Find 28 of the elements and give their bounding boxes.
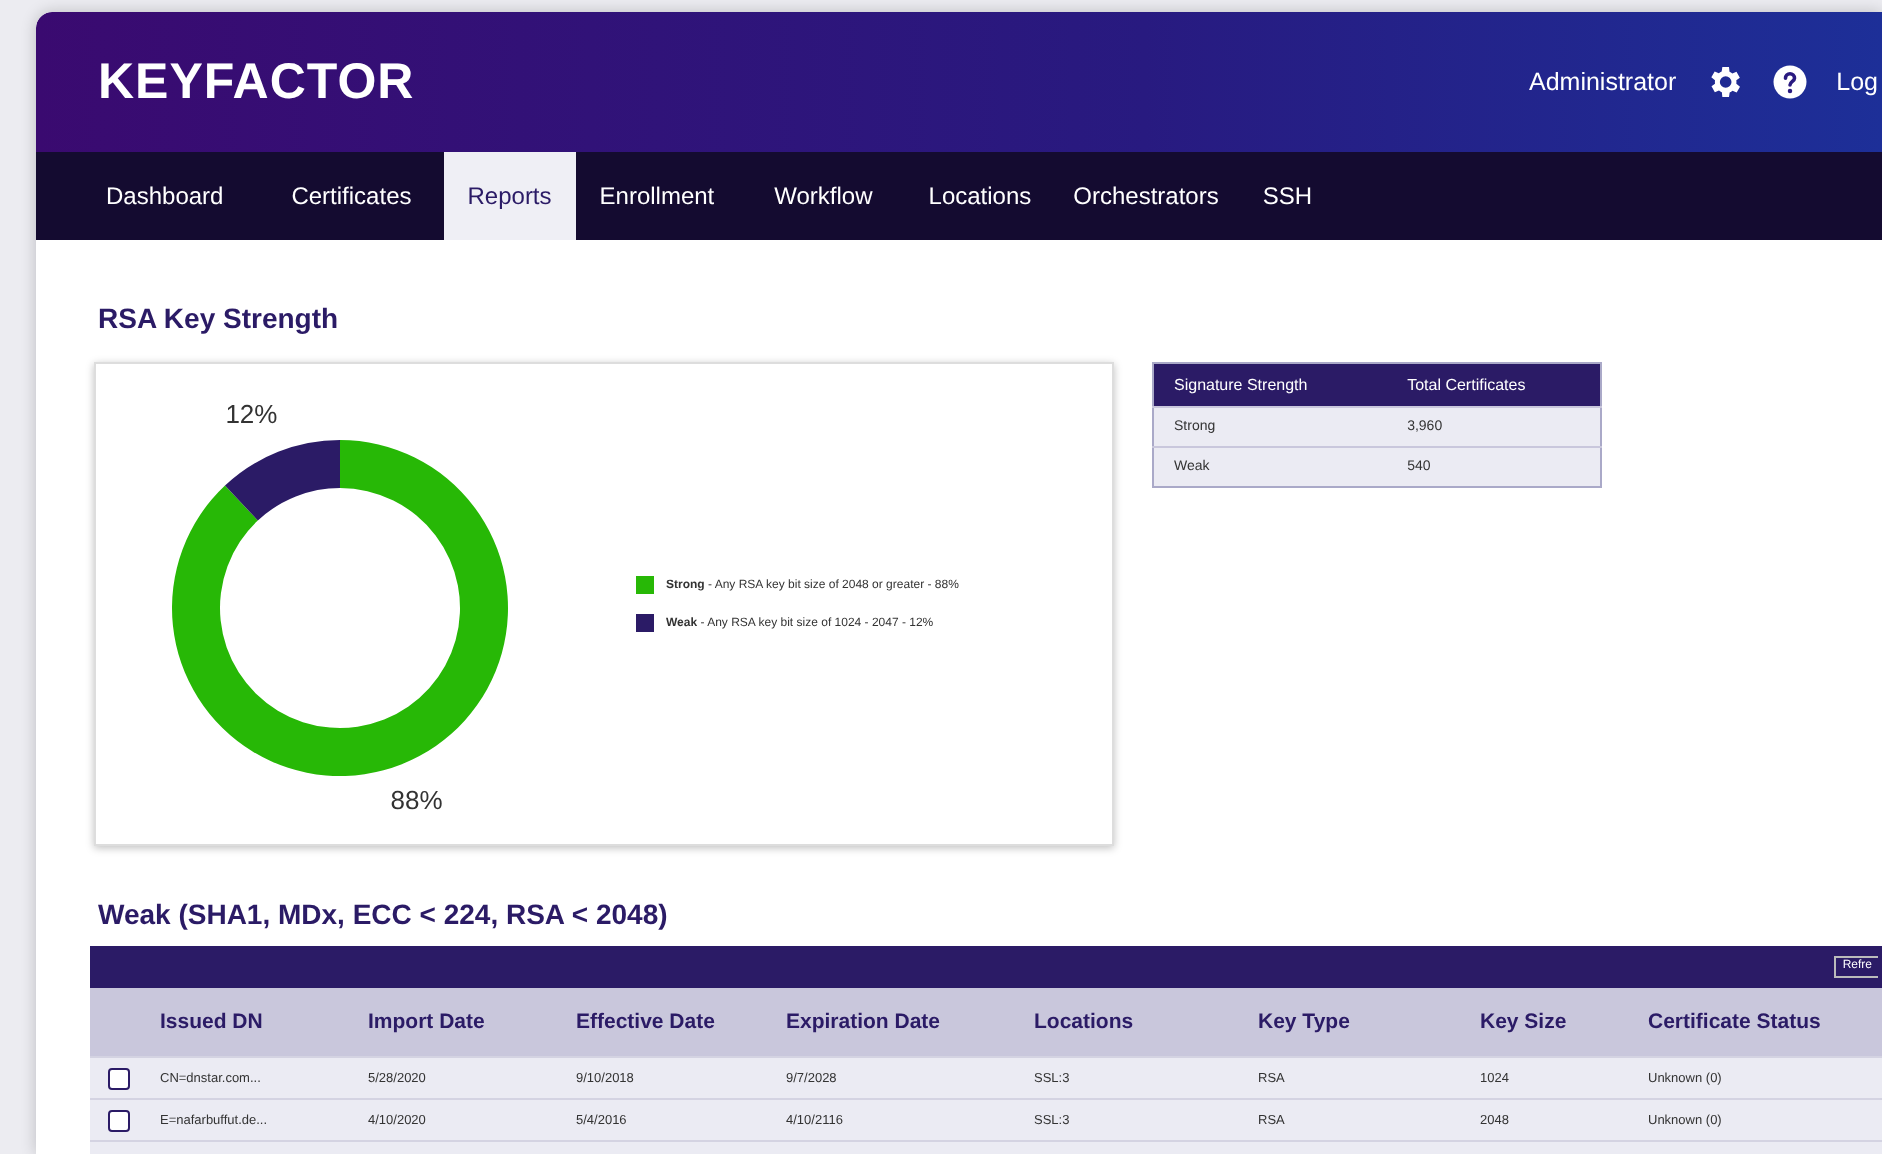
- percent-label: 88%: [390, 785, 443, 816]
- column-header[interactable]: Issued DN: [160, 1010, 368, 1034]
- percent-label: 12%: [225, 398, 278, 429]
- column-header[interactable]: Key Type: [1258, 1010, 1480, 1034]
- section-title: Weak (SHA1, MDx, ECC < 224, RSA < 2048): [98, 898, 670, 930]
- nav-tab[interactable]: Orchestrators: [1051, 152, 1241, 240]
- user-name[interactable]: Administrator: [1529, 68, 1677, 96]
- nav-tab[interactable]: Locations: [908, 152, 1052, 240]
- nav-tab[interactable]: Workflow: [738, 152, 909, 240]
- column-header[interactable]: Key Size: [1480, 1010, 1648, 1034]
- column-header[interactable]: Certificate Status: [1648, 1010, 1882, 1034]
- logout-link[interactable]: Log: [1836, 68, 1878, 96]
- column-header[interactable]: Expiration Date: [786, 1010, 1034, 1034]
- help-icon[interactable]: [1772, 64, 1809, 100]
- section-title: RSA Key Strength: [98, 302, 341, 334]
- nav-tab[interactable]: Reports: [443, 152, 576, 240]
- column-header[interactable]: Effective Date: [576, 1010, 786, 1034]
- nav-tab[interactable]: Enrollment: [575, 152, 739, 240]
- nav-tab[interactable]: Certificates: [259, 152, 444, 240]
- nav-tab[interactable]: Dashboard: [70, 152, 260, 240]
- row-checkbox[interactable]: [108, 1109, 130, 1131]
- column-header: Total Certificates: [1387, 363, 1601, 407]
- column-header[interactable]: Locations: [1034, 1010, 1258, 1034]
- row-checkbox[interactable]: [108, 1067, 130, 1089]
- column-header: Signature Strength: [1153, 363, 1388, 407]
- column-header[interactable]: Import Date: [368, 1010, 576, 1034]
- logo: KEYFACTOR: [98, 53, 415, 111]
- nav-tab[interactable]: SSH: [1240, 152, 1335, 240]
